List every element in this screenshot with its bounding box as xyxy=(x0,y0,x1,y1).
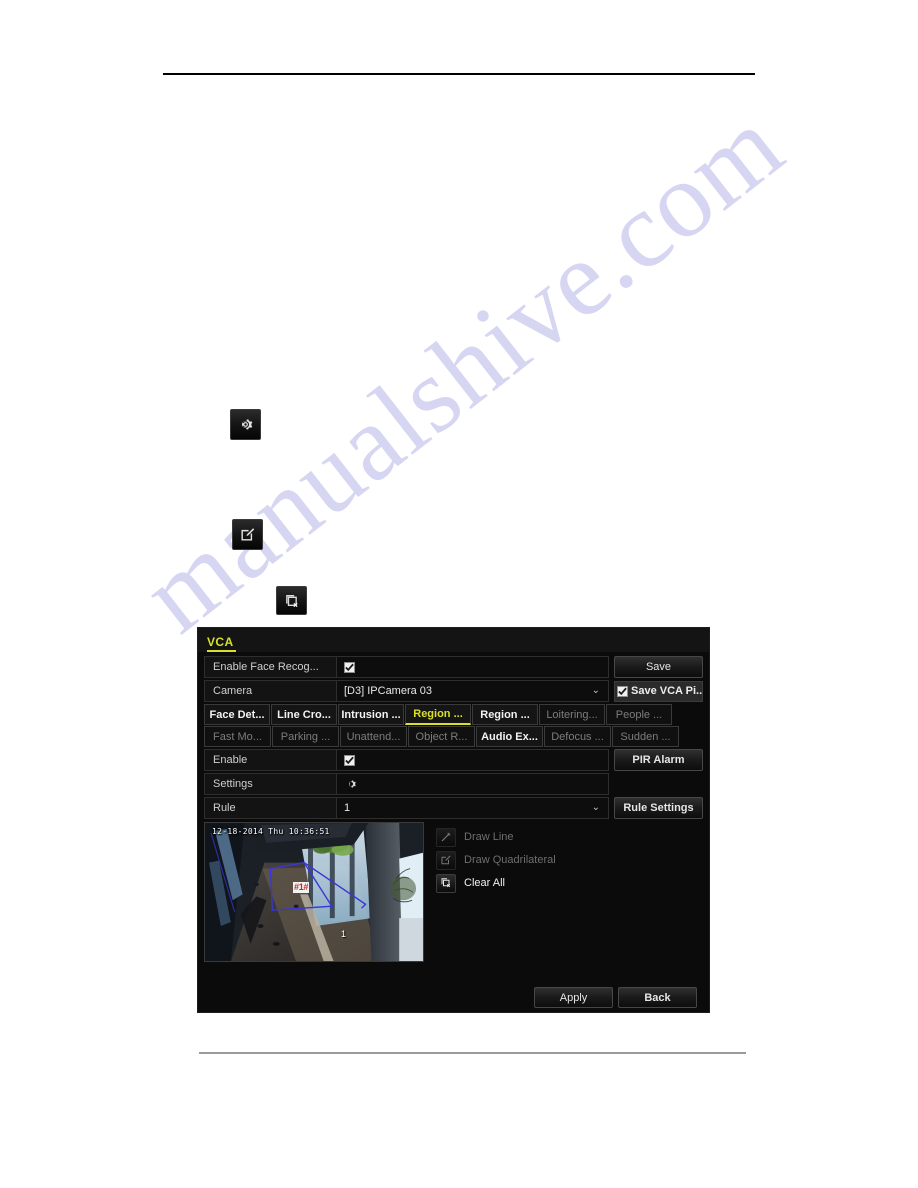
vca-dialog: VCA Enable Face Recog... Save Camera [D3… xyxy=(197,627,710,1013)
vca-event-tab-row-1: Face Det... Line Cro... Intrusion ... Regio… xyxy=(204,704,703,725)
enable-face-recognition-label: Enable Face Recog... xyxy=(204,656,337,678)
row-enable: Enable PIR Alarm xyxy=(204,749,703,771)
camera-select[interactable]: [D3] IPCamera 03 ⌄ xyxy=(337,680,609,702)
region-label: #1# xyxy=(293,882,310,893)
camera-selected-value: [D3] IPCamera 03 xyxy=(344,685,433,697)
watermark-text: manualshive.com xyxy=(121,85,805,656)
rule-settings-button[interactable]: Rule Settings xyxy=(614,797,703,819)
video-preview-image xyxy=(205,823,423,961)
vca-tab-1-5[interactable]: Region ... xyxy=(472,704,538,725)
region-number: 1 xyxy=(341,929,347,939)
enable-label: Enable xyxy=(204,749,337,771)
clear-all-icon xyxy=(436,873,456,893)
camera-label: Camera xyxy=(204,680,337,702)
vca-event-tabs: Face Det... Line Cro... Intrusion ... Regio… xyxy=(204,704,703,747)
save-vca-picture-label: Save VCA Pi... xyxy=(631,685,703,697)
edit-icon xyxy=(232,519,263,550)
draw-line-icon xyxy=(436,827,456,847)
enable-value xyxy=(337,749,609,771)
vca-tab-2-3[interactable]: Unattend... xyxy=(340,726,407,747)
row-settings: Settings xyxy=(204,773,703,795)
save-button-slot: Save xyxy=(614,656,703,678)
rule-label: Rule xyxy=(204,797,337,819)
save-button[interactable]: Save xyxy=(614,656,703,678)
vca-tab-2-4[interactable]: Object R... xyxy=(408,726,475,747)
rule-selected-value: 1 xyxy=(344,802,351,814)
save-vca-picture-checkbox[interactable]: Save VCA Pi... xyxy=(614,680,703,702)
enable-checkbox[interactable] xyxy=(344,754,355,766)
vca-body: Enable Face Recog... Save Camera [D3] IP… xyxy=(198,652,709,1012)
vca-tab-2-5[interactable]: Audio Ex... xyxy=(476,726,543,747)
clear-all-label: Clear All xyxy=(464,877,505,889)
drawing-tools: Draw Line Draw Quadrilateral Clear All xyxy=(436,822,556,962)
enable-face-recognition-value xyxy=(337,656,609,678)
pir-alarm-button[interactable]: PIR Alarm xyxy=(614,749,703,771)
draw-line-tool[interactable]: Draw Line xyxy=(436,826,556,848)
vca-tab-1-3[interactable]: Intrusion ... xyxy=(338,704,404,725)
rule-settings-slot: Rule Settings xyxy=(614,797,703,819)
preview-area: 12-18-2014 Thu 10:36:51 #1# 1 Draw Line xyxy=(204,822,703,962)
settings-value xyxy=(337,773,609,795)
row-camera: Camera [D3] IPCamera 03 ⌄ Save VCA Pi... xyxy=(204,680,703,702)
apply-button[interactable]: Apply xyxy=(534,987,613,1008)
vca-event-tab-row-2: Fast Mo... Parking ... Unattend... Object R… xyxy=(204,726,703,747)
vca-tab-1-4[interactable]: Region ... xyxy=(405,704,471,725)
settings-label: Settings xyxy=(204,773,337,795)
draw-line-label: Draw Line xyxy=(464,831,514,843)
save-vca-picture-box xyxy=(617,685,628,697)
page-footer-rule xyxy=(199,1052,746,1054)
vca-tab-1-6[interactable]: Loitering... xyxy=(539,704,605,725)
chevron-down-icon: ⌄ xyxy=(591,685,600,696)
clear-all-tool[interactable]: Clear All xyxy=(436,872,556,894)
page-header-rule xyxy=(163,73,755,75)
draw-quadrilateral-label: Draw Quadrilateral xyxy=(464,854,556,866)
clear-all-icon xyxy=(276,586,307,615)
rule-select[interactable]: 1 ⌄ xyxy=(337,797,609,819)
gear-icon xyxy=(230,409,261,440)
vca-tab-1-2[interactable]: Line Cro... xyxy=(271,704,337,725)
row-enable-face-recognition: Enable Face Recog... Save xyxy=(204,656,703,678)
enable-face-recognition-checkbox[interactable] xyxy=(344,661,355,673)
settings-gear-icon[interactable] xyxy=(344,778,357,791)
pir-alarm-slot: PIR Alarm xyxy=(614,749,703,771)
vca-titlebar: VCA xyxy=(198,628,709,652)
video-timestamp: 12-18-2014 Thu 10:36:51 xyxy=(212,827,330,836)
vca-tab-2-2[interactable]: Parking ... xyxy=(272,726,339,747)
video-preview[interactable]: 12-18-2014 Thu 10:36:51 #1# 1 xyxy=(204,822,424,962)
save-vca-picture-slot: Save VCA Pi... xyxy=(614,680,703,702)
settings-right-spacer xyxy=(614,773,703,795)
page-title: VCA xyxy=(207,635,236,652)
vca-tab-2-7[interactable]: Sudden ... xyxy=(612,726,679,747)
vca-tab-2-1[interactable]: Fast Mo... xyxy=(204,726,271,747)
dialog-footer: Apply Back xyxy=(198,987,709,1008)
draw-quadrilateral-icon xyxy=(436,850,456,870)
vca-tab-2-6[interactable]: Defocus ... xyxy=(544,726,611,747)
chevron-down-icon: ⌄ xyxy=(591,802,600,813)
row-rule: Rule 1 ⌄ Rule Settings xyxy=(204,797,703,819)
back-button[interactable]: Back xyxy=(618,987,697,1008)
vca-tab-1-1[interactable]: Face Det... xyxy=(204,704,270,725)
draw-quadrilateral-tool[interactable]: Draw Quadrilateral xyxy=(436,849,556,871)
vca-tab-1-7[interactable]: People ... xyxy=(606,704,672,725)
